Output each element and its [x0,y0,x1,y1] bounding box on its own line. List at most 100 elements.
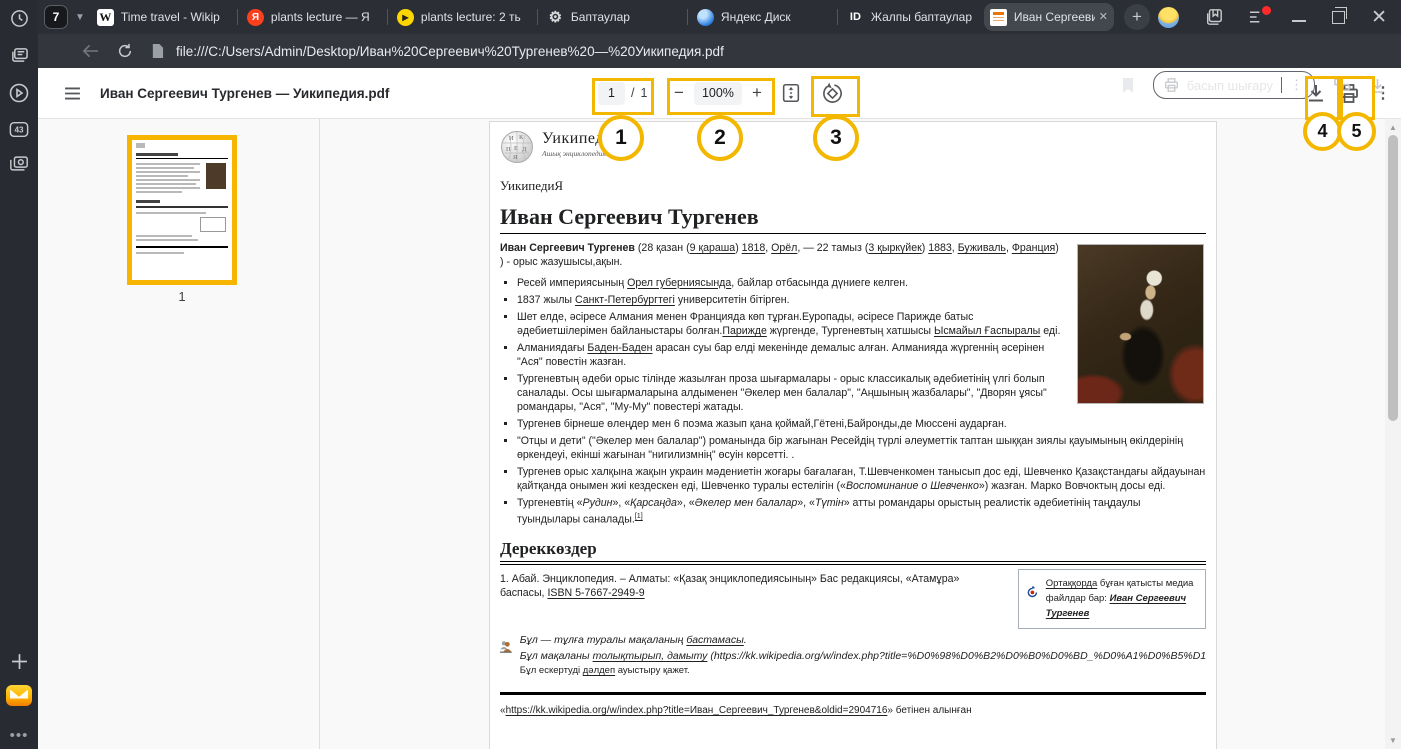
url-field[interactable]: file:///C:/Users/Admin/Desktop/Иван%20Се… [176,44,724,59]
scroll-up-icon[interactable]: ▲ [1385,123,1401,132]
stub-notice: Бұл — тұлға туралы мақаланың бастамасы. … [500,633,1206,677]
tab-groups-icon[interactable] [0,42,38,68]
tab-strip: W Time travel - Wikip Яplants lecture — Я▶… [91,0,1114,34]
print-page-label: басып шығару [1187,78,1273,93]
svg-text:К: К [519,134,524,141]
back-icon[interactable] [82,44,99,58]
tab-close-icon[interactable]: ✕ [1099,12,1108,23]
page-file-icon [151,43,164,59]
annotation-label-1: 1 [598,115,644,161]
bookmark-flag-icon[interactable] [1121,77,1135,94]
article-link[interactable]: 1883 [928,242,952,254]
tab-title: Time travel - Wikip [121,10,228,24]
article-link[interactable]: 9 қараша [690,242,736,254]
video-play-icon[interactable] [0,80,38,106]
article-link[interactable]: Парижде [722,325,766,337]
tab[interactable]: Яplants lecture — Я [241,3,384,31]
tabbar-right-cluster: ✕ [1158,0,1401,34]
new-tab-button[interactable]: + [1124,4,1150,30]
svg-text:И: И [509,135,514,142]
article-link[interactable]: Орёл [771,242,797,254]
article-link[interactable]: 3 қыркүйек [868,242,921,254]
zoom-in-button[interactable]: + [752,83,762,103]
article-link[interactable]: дәлдеп [583,665,615,676]
article-bullet: "Отцы и дети" ("Әкелер мен балалар") ром… [517,435,1206,463]
fit-to-page-icon[interactable] [780,68,802,118]
tab[interactable]: ⚙Баптаулар [541,3,684,31]
article-link[interactable]: https://kk.wikipedia.org/w/index.php?tit… [506,705,888,716]
article-link[interactable]: толықтырып, дамыту [593,650,708,662]
article-link[interactable]: 1818 [742,242,766,254]
scrollbar-thumb[interactable] [1388,135,1398,421]
page-thumbnail[interactable] [127,135,237,285]
pdf-file-title: Иван Сергеевич Тургенев — Уикипедия.pdf [100,68,389,118]
tab-divider [387,9,388,25]
svg-text:43: 43 [14,125,24,134]
screenshot-camera-icon[interactable] [0,150,38,176]
rotate-icon[interactable] [821,68,844,118]
tab-count-badge[interactable]: 7 [44,5,68,29]
svg-text:Е: Е [514,145,518,152]
page-total: 1 [640,86,647,100]
close-icon[interactable]: ✕ [1371,8,1387,27]
vertical-scrollbar[interactable]: ▲ ▼ [1385,119,1401,749]
tab[interactable]: Яндекс Диск [691,3,834,31]
page-separator: / [631,86,634,100]
svg-text:Д: Д [522,146,527,153]
yandex-mail-icon[interactable] [0,682,38,708]
article-link[interactable]: Ысмайыл Ғаспыралы [934,325,1040,337]
tab-title: Иван Сергееви [1014,10,1095,24]
menu-hamburger-icon[interactable] [64,68,81,118]
tab[interactable]: W Time travel - Wikip [91,3,234,31]
downloads-icon[interactable] [1370,78,1385,93]
print-options-kebab-icon[interactable]: ⋮ [1290,77,1304,93]
bookmarks-panel-icon[interactable] [1205,8,1223,26]
tab[interactable]: ▶plants lecture: 2 ть [391,3,534,31]
article-link[interactable]: Франция [1012,242,1055,254]
pdf-viewer-canvas: ИКПЕДЯ УикипедиЯ Ашық энциклопедиясы Уик… [320,119,1385,749]
sources-heading: Дереккөздер [500,539,1206,565]
turgenev-portrait-image [1077,244,1204,404]
article-link[interactable]: Буживаль [958,242,1006,254]
article-link[interactable]: [1] [635,511,643,520]
tab-divider [537,9,538,25]
tab-counter[interactable]: 7 ▼ [44,5,91,29]
extensions-tag-icon[interactable] [1333,77,1352,94]
stub-line-1: Бұл — тұлға туралы мақаланың бастамасы. [520,633,1206,648]
wikimedia-commons-icon [1027,577,1038,607]
commons-media-box: Ортаққорда бұған қатысты медиа файлдар б… [1018,569,1206,629]
article-link[interactable]: Орел губерниясында [627,277,731,289]
tab[interactable]: IDЖалпы баптаулар [841,3,984,31]
article-link[interactable]: Санкт-Петербургтегі [575,294,675,306]
profile-avatar[interactable] [1158,7,1179,28]
scroll-down-icon[interactable]: ▼ [1385,736,1401,745]
tab-counter-43-badge[interactable]: 43 [0,116,38,142]
article-link[interactable]: ISBN 5-7667-2949-9 [547,587,644,599]
addressbar-right-cluster: басып шығару ⋮ [1121,68,1401,102]
annotation-label-2: 2 [697,115,743,161]
print-page-button[interactable]: басып шығару ⋮ [1153,71,1315,99]
pdf-favicon [990,9,1007,26]
pdf-page: ИКПЕДЯ УикипедиЯ Ашық энциклопедиясы Уик… [489,121,1217,749]
article-bullet: Тургеневтің «Рудин», «Қарсаңда», «Әкелер… [517,497,1206,527]
minimize-icon[interactable] [1292,12,1306,22]
page-number-field[interactable]: 1 [598,82,625,105]
add-plus-icon[interactable] [0,648,38,674]
article-link[interactable]: Ортаққорда [1046,578,1097,589]
browser-sidebar: 43 ••• [0,0,38,749]
article-link[interactable]: бастамасы [686,634,743,646]
wikipedia-favicon: W [97,9,114,26]
restore-icon[interactable] [1332,11,1345,24]
article-link[interactable]: Баден-Баден [587,342,652,354]
history-clock-icon[interactable] [0,5,38,31]
reload-icon[interactable] [117,43,133,59]
zoom-out-button[interactable]: − [674,83,684,103]
more-dots-icon[interactable]: ••• [0,722,38,748]
zoom-level-value: 100% [694,82,742,105]
chevron-down-icon[interactable]: ▼ [75,12,85,23]
annotation-label-3: 3 [813,115,859,161]
sidebar-menu-notification-icon[interactable] [1249,10,1266,24]
tab-active[interactable]: Иван Сергееви ✕ [984,3,1114,31]
browser-window: 7 ▼ W Time travel - Wikip Яplants lecture … [0,0,1401,749]
tab-divider [687,9,688,25]
